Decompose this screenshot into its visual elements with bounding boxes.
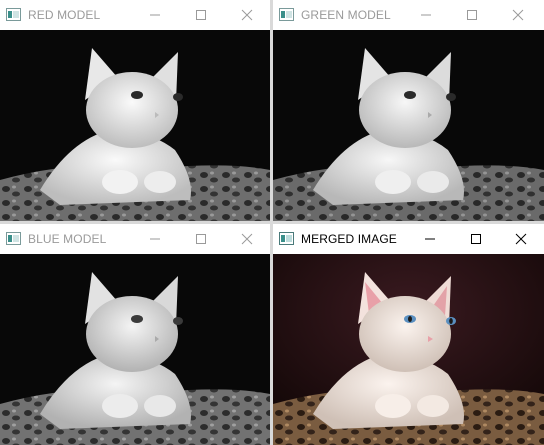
window-title: BLUE MODEL [28,232,107,246]
window-titlebar[interactable]: BLUE MODEL [0,224,270,254]
app-window-icon [279,8,294,21]
maximize-button[interactable] [178,0,224,30]
maximize-icon [196,10,206,20]
minimize-button[interactable] [132,224,178,254]
minimize-button[interactable] [403,0,449,30]
red-model-window[interactable]: RED MODEL [0,0,270,221]
window-titlebar[interactable]: MERGED IMAGE [273,224,544,254]
window-titlebar[interactable]: GREEN MODEL [273,0,544,30]
close-icon [241,9,253,21]
app-window-icon [6,232,21,245]
maximize-icon [471,234,481,244]
maximize-button[interactable] [453,224,499,254]
close-button[interactable] [495,0,541,30]
merged-image-window[interactable]: MERGED IMAGE [273,224,544,445]
green-model-window[interactable]: GREEN MODEL [273,0,544,221]
minimize-button[interactable] [132,0,178,30]
minimize-icon [425,238,435,240]
image-canvas [0,254,270,445]
minimize-button[interactable] [407,224,453,254]
close-button[interactable] [224,224,270,254]
image-canvas [273,30,544,221]
blue-model-window[interactable]: BLUE MODEL [0,224,270,445]
image-canvas [273,254,544,445]
minimize-icon [150,238,160,240]
window-title: MERGED IMAGE [301,232,397,246]
minimize-icon [150,14,160,16]
maximize-button[interactable] [178,224,224,254]
image-canvas [0,30,270,221]
close-icon [241,233,253,245]
app-window-icon [6,8,21,21]
close-icon [512,9,524,21]
kitten-image [0,254,270,445]
close-icon [515,233,527,245]
maximize-icon [467,10,477,20]
maximize-icon [196,234,206,244]
kitten-image-color [273,254,544,445]
minimize-icon [421,14,431,16]
kitten-image [273,30,544,221]
window-titlebar[interactable]: RED MODEL [0,0,270,30]
close-button[interactable] [224,0,270,30]
app-window-icon [279,232,294,245]
window-title: RED MODEL [28,8,101,22]
kitten-image [0,30,270,221]
close-button[interactable] [498,224,544,254]
maximize-button[interactable] [449,0,495,30]
window-title: GREEN MODEL [301,8,391,22]
